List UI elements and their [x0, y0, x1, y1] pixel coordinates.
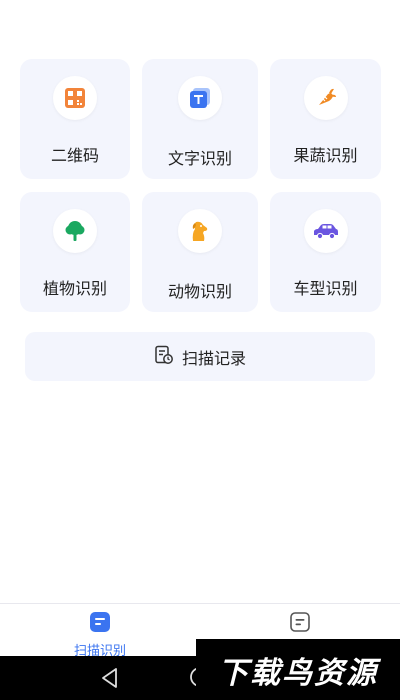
watermark-text: 下载鸟资源	[218, 655, 378, 691]
scan-history-button[interactable]: 扫描记录	[25, 332, 375, 381]
dog-icon	[178, 209, 222, 253]
text-recognition-tile[interactable]: 文字识别	[142, 59, 258, 179]
fruit-veg-label: 果蔬识别	[293, 146, 358, 165]
plant-label: 植物识别	[42, 279, 107, 298]
animal-tile[interactable]: 动物识别	[142, 192, 258, 312]
tree-icon	[53, 209, 97, 253]
car-model-tile[interactable]: 车型识别	[270, 192, 381, 312]
plant-tile[interactable]: 植物识别	[20, 192, 130, 312]
scan-tab-icon	[89, 611, 111, 637]
back-triangle-icon[interactable]	[100, 667, 120, 693]
carrot-icon	[303, 76, 348, 120]
car-icon	[303, 209, 348, 253]
tab-scan-recognition[interactable]: 扫描识别	[0, 604, 200, 659]
scan-history-label: 扫描记录	[181, 348, 246, 368]
list-tab-icon	[289, 611, 311, 637]
scan-record-icon	[154, 345, 174, 369]
animal-label: 动物识别	[167, 282, 232, 301]
car-model-label: 车型识别	[293, 279, 358, 298]
text-recognition-label: 文字识别	[167, 149, 232, 168]
qrcode-icon	[53, 76, 97, 120]
fruit-veg-tile[interactable]: 果蔬识别	[270, 59, 381, 179]
text-recognition-icon	[178, 76, 222, 120]
qrcode-label: 二维码	[50, 146, 99, 165]
watermark-logo: 下载鸟资源	[196, 639, 400, 700]
qrcode-tile[interactable]: 二维码	[20, 59, 130, 179]
